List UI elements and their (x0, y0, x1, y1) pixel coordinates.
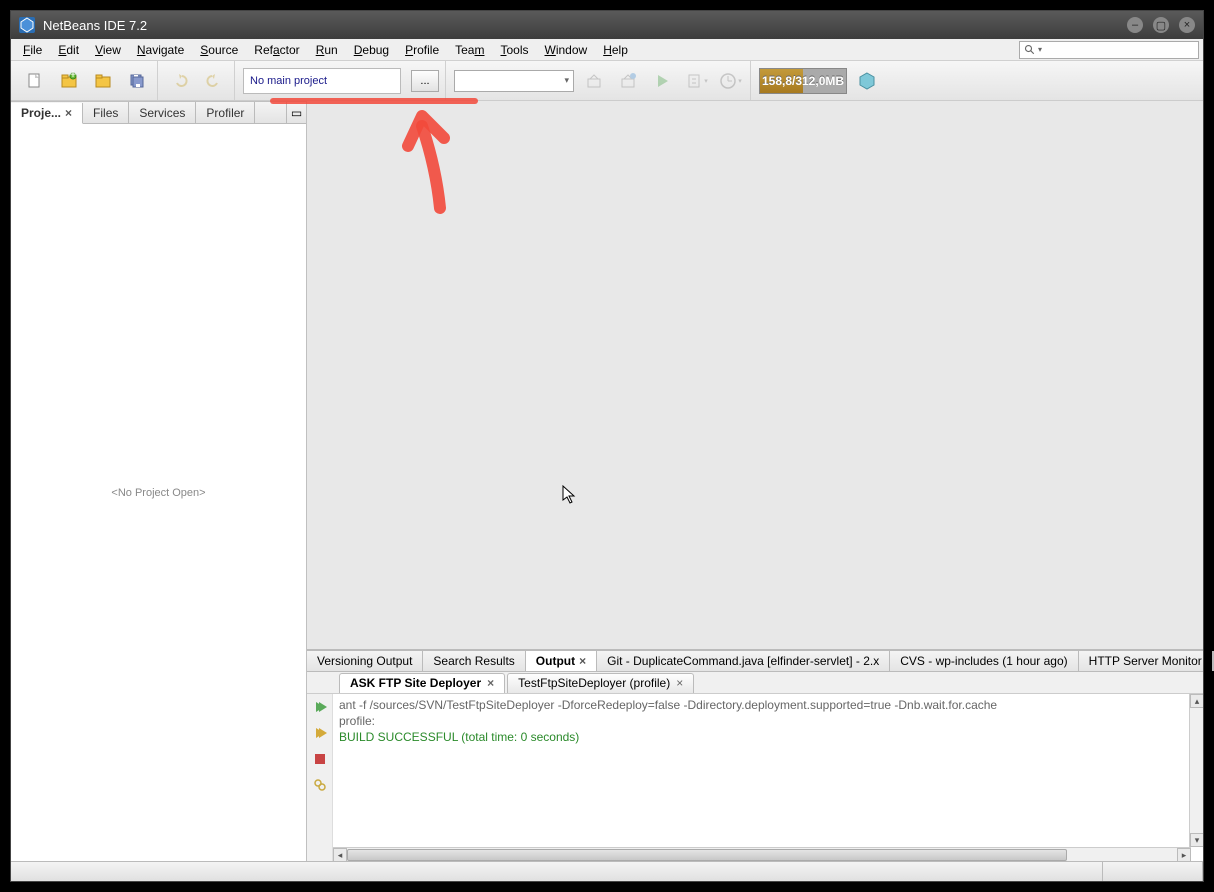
memory-usage[interactable]: 158,8/312,0MB (759, 68, 847, 94)
scroll-left-icon[interactable]: ◂ (333, 848, 347, 861)
menu-navigate[interactable]: Navigate (129, 41, 192, 59)
menu-edit[interactable]: Edit (50, 41, 87, 59)
menu-profile[interactable]: Profile (397, 41, 447, 59)
menubar: File Edit View Navigate Source Refactor … (11, 39, 1203, 61)
tab-versioning-output[interactable]: Versioning Output (307, 651, 423, 671)
main-body: Proje...× Files Services Profiler ▭ <No … (11, 101, 1203, 861)
statusbar (11, 861, 1203, 881)
run-button[interactable] (648, 67, 676, 95)
tab-output[interactable]: Output× (526, 651, 597, 671)
subtab-close-icon[interactable]: × (487, 676, 494, 690)
clean-build-button[interactable] (614, 67, 642, 95)
scroll-thumb[interactable] (347, 849, 1067, 861)
output-panel: Versioning Output Search Results Output×… (307, 649, 1203, 861)
tab-projects[interactable]: Proje...× (11, 103, 83, 124)
tab-cvs[interactable]: CVS - wp-includes (1 hour ago) (890, 651, 1078, 671)
tab-services[interactable]: Services (129, 102, 196, 123)
menu-window[interactable]: Window (537, 41, 596, 59)
undo-button[interactable] (166, 67, 194, 95)
profile-button[interactable]: ▾ (716, 67, 744, 95)
dropdown-arrow-icon: ▾ (1038, 45, 1042, 54)
output-subtabs: ASK FTP Site Deployer× TestFtpSiteDeploy… (307, 672, 1203, 694)
right-area: Versioning Output Search Results Output×… (307, 101, 1203, 861)
scroll-right-icon[interactable]: ▸ (1177, 848, 1191, 861)
menu-help[interactable]: Help (595, 41, 636, 59)
output-body: ant -f /sources/SVN/TestFtpSiteDeployer … (307, 694, 1203, 861)
menu-run[interactable]: Run (308, 41, 346, 59)
horizontal-scrollbar[interactable]: ◂▸ (333, 847, 1191, 861)
menu-tools[interactable]: Tools (492, 41, 536, 59)
main-project-select-button[interactable]: ... (411, 70, 439, 92)
menu-team[interactable]: Team (447, 41, 492, 59)
subtab-test-ftp[interactable]: TestFtpSiteDeployer (profile)× (507, 673, 694, 693)
app-window: NetBeans IDE 7.2 – ▢ × File Edit View Na… (10, 10, 1204, 882)
search-icon (1024, 44, 1036, 56)
scroll-up-icon[interactable]: ▴ (1190, 694, 1203, 708)
open-project-button[interactable] (89, 67, 117, 95)
app-logo-icon (19, 17, 35, 33)
new-file-button[interactable] (21, 67, 49, 95)
build-button[interactable] (580, 67, 608, 95)
maximize-button[interactable]: ▢ (1153, 17, 1169, 33)
menu-source[interactable]: Source (192, 41, 246, 59)
tab-http-monitor[interactable]: HTTP Server Monitor (1079, 651, 1213, 671)
rerun-failed-button[interactable] (311, 724, 329, 742)
subtab-close-icon[interactable]: × (676, 676, 683, 690)
left-tabs: Proje...× Files Services Profiler ▭ (11, 102, 306, 124)
minimize-button[interactable]: – (1127, 17, 1143, 33)
titlebar: NetBeans IDE 7.2 – ▢ × (11, 11, 1203, 39)
tab-files[interactable]: Files (83, 102, 129, 123)
main-project-label: No main project (243, 68, 401, 94)
tab-close-icon[interactable]: × (65, 106, 72, 120)
tab-search-results[interactable]: Search Results (423, 651, 525, 671)
svg-text:+: + (69, 71, 76, 81)
vertical-scrollbar[interactable]: ▴▾ (1189, 694, 1203, 847)
status-cell (1003, 862, 1103, 881)
projects-empty-label: <No Project Open> (11, 124, 306, 861)
debug-button[interactable]: ▾ (682, 67, 710, 95)
editor-area (307, 101, 1203, 649)
redo-button[interactable] (200, 67, 228, 95)
tab-git[interactable]: Git - DuplicateCommand.java [elfinder-se… (597, 651, 890, 671)
stop-button[interactable] (311, 750, 329, 768)
status-cell (1103, 862, 1203, 881)
scroll-down-icon[interactable]: ▾ (1190, 833, 1203, 847)
menu-refactor[interactable]: Refactor (246, 41, 307, 59)
subtab-ask-ftp[interactable]: ASK FTP Site Deployer× (339, 673, 505, 693)
menu-view[interactable]: View (87, 41, 129, 59)
minimize-pane-button[interactable]: ▭ (286, 102, 306, 123)
quick-search-input[interactable]: ▾ (1019, 41, 1199, 59)
main-toolbar: + No main project ... ▾ ▾ ▾ 158,8/312,0M… (11, 61, 1203, 101)
save-all-button[interactable] (123, 67, 151, 95)
close-button[interactable]: × (1179, 17, 1195, 33)
left-sidebar: Proje...× Files Services Profiler ▭ <No … (11, 101, 307, 861)
menu-file[interactable]: File (15, 41, 50, 59)
tab-profiler[interactable]: Profiler (196, 102, 255, 123)
mouse-cursor-icon (562, 485, 578, 505)
new-project-button[interactable]: + (55, 67, 83, 95)
settings-button[interactable] (311, 776, 329, 794)
gc-button[interactable] (853, 67, 881, 95)
rerun-button[interactable] (311, 698, 329, 716)
tab-close-icon[interactable]: × (579, 654, 586, 668)
output-gutter (307, 694, 333, 861)
run-config-select[interactable]: ▾ (454, 70, 574, 92)
menu-debug[interactable]: Debug (346, 41, 397, 59)
output-console[interactable]: ant -f /sources/SVN/TestFtpSiteDeployer … (333, 694, 1203, 861)
window-title: NetBeans IDE 7.2 (43, 18, 1117, 33)
dropdown-arrow-icon: ▾ (564, 75, 569, 86)
output-tabs: Versioning Output Search Results Output×… (307, 650, 1203, 672)
